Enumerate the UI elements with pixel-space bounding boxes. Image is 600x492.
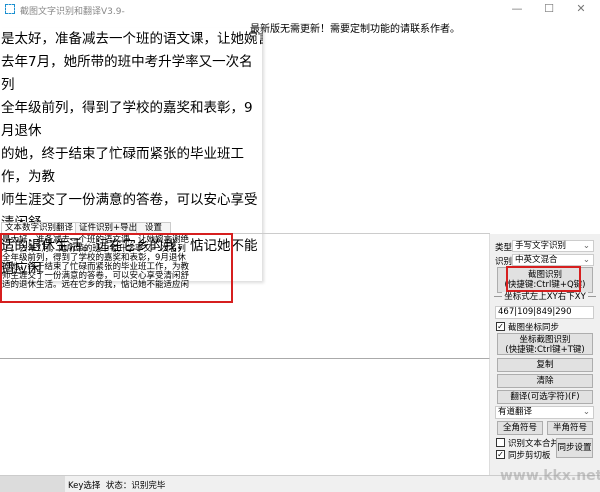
sync-coord-label: 截图坐标同步 (508, 323, 560, 333)
sync-settings-button[interactable]: 同步设置 (556, 438, 593, 458)
translate-button[interactable]: 翻译(可选字符)(F) (497, 390, 593, 404)
app-icon (5, 4, 15, 14)
type-select[interactable]: 手写文字识别 ⌄ (512, 240, 594, 252)
coord-input[interactable]: 467|109|849|290 (495, 306, 594, 319)
recog-select[interactable]: 中英文混合 ⌄ (512, 254, 594, 266)
recog-value: 中英文混合 (515, 255, 558, 265)
close-button[interactable]: ✕ (566, 2, 596, 17)
highlight-box (0, 233, 233, 303)
clipboard-label: 同步剪切板 (508, 451, 551, 461)
coord-label: 坐标式左上XY右下XY (502, 292, 588, 302)
fullwidth-button[interactable]: 全角符号 (497, 421, 543, 435)
status-state: 状态：识别完毕 (105, 481, 166, 491)
clipboard-checkbox[interactable]: ✓ (496, 450, 505, 459)
merge-checkbox[interactable] (496, 438, 505, 447)
chevron-down-icon: ⌄ (582, 407, 590, 417)
chevron-down-icon: ⌄ (582, 255, 590, 265)
status-text: Key选择 状态：识别完毕 (68, 479, 165, 491)
type-value: 手写文字识别 (515, 241, 567, 251)
key-select-label[interactable]: Key选择 (68, 481, 100, 491)
update-notice: 最新版无需更新！需要定制功能的请联系作者。 (250, 24, 460, 35)
clear-button[interactable]: 清除 (497, 374, 593, 388)
copy-button[interactable]: 复制 (497, 358, 593, 372)
translation-textarea[interactable] (0, 358, 490, 475)
maximize-button[interactable]: ☐ (534, 2, 564, 17)
engine-value: 有道翻译 (498, 407, 533, 417)
button-shortcut: (快捷键:Ctrl键+T键) (505, 345, 585, 355)
status-left-panel (0, 476, 65, 492)
minimize-button[interactable]: — (502, 2, 532, 17)
engine-select[interactable]: 有道翻译 ⌄ (495, 406, 594, 419)
image-line: 去年7月，她所带的班中考升学率又一次名列 (1, 54, 253, 93)
watermark: www.kkx.net (500, 468, 600, 484)
merge-label: 识别文本合并 (508, 439, 560, 449)
image-line: 全年级前列，得到了学校的嘉奖和表彰，9月退休 (1, 100, 253, 139)
coord-ocr-button[interactable]: 坐标截图识别 (快捷键:Ctrl键+T键) (497, 333, 593, 355)
chevron-down-icon: ⌄ (582, 241, 590, 251)
button-label: 坐标截图识别 (519, 335, 571, 345)
halfwidth-button[interactable]: 半角符号 (547, 421, 593, 435)
highlight-box (506, 266, 581, 292)
type-label: 类型 (495, 243, 513, 253)
coord-divider: 坐标式左上XY右下XY (494, 292, 596, 302)
sync-coord-checkbox[interactable]: ✓ (496, 322, 505, 331)
window-title: 截图文字识别和翻译V3.9- (20, 7, 125, 17)
image-line: 的她，终于结束了忙碌而紧张的毕业班工作，为教 (1, 146, 244, 185)
